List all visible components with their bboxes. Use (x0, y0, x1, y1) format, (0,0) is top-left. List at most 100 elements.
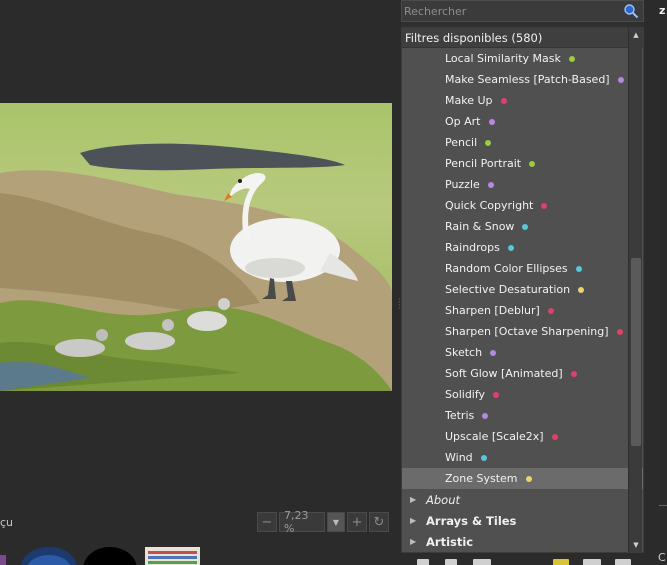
thumbnail-black[interactable] (83, 545, 138, 565)
scroll-down-icon[interactable]: ▼ (629, 538, 643, 552)
filter-item-label: Wind (445, 451, 473, 464)
status-dot-icon (575, 265, 582, 272)
divider (659, 505, 667, 506)
scrollbar-thumb[interactable] (631, 258, 641, 446)
filter-item-label: Soft Glow [Animated] (445, 367, 563, 380)
side-panel-label: z (659, 4, 666, 17)
filter-item-label: Random Color Ellipses (445, 262, 568, 275)
status-dot-icon (482, 412, 489, 419)
category-label: Arrays & Tiles (426, 513, 517, 528)
filter-item-label: Zone System (445, 472, 518, 485)
status-dot-icon (488, 118, 495, 125)
filter-item[interactable]: Sharpen [Deblur] (402, 300, 643, 321)
preview-label: çu (0, 516, 14, 529)
zoom-input[interactable]: 7,23 % (279, 509, 325, 535)
chevron-down-icon: ▼ (332, 517, 340, 527)
thumbnail-palette[interactable] (145, 545, 200, 565)
status-dot-icon (529, 160, 536, 167)
filter-item[interactable]: Make Seamless [Patch-Based] (402, 69, 643, 90)
zoom-out-button[interactable]: − (257, 512, 277, 532)
category-list: ▶ About ▶ Arrays & Tiles ▶ Artistic (402, 489, 643, 552)
filter-item[interactable]: Sharpen [Octave Sharpening] (402, 321, 643, 342)
status-dot-icon (485, 139, 492, 146)
filter-item-label: Puzzle (445, 178, 480, 191)
status-dot-icon (525, 475, 532, 482)
filter-item-label: Local Similarity Mask (445, 52, 561, 65)
filter-item[interactable]: Puzzle (402, 174, 643, 195)
zoom-in-button[interactable]: + (347, 512, 367, 532)
settings-icon[interactable] (583, 559, 601, 565)
filter-item[interactable]: Local Similarity Mask (402, 48, 643, 69)
status-dot-icon (507, 244, 514, 251)
filter-item-label: Sharpen [Deblur] (445, 304, 540, 317)
filter-item-label: Sketch (445, 346, 483, 359)
filter-item[interactable]: Tetris (402, 405, 643, 426)
filter-item-label: Sharpen [Octave Sharpening] (445, 325, 609, 338)
minus-icon: − (261, 514, 273, 530)
reset-zoom-button[interactable]: ↻ (369, 512, 389, 532)
filter-item[interactable]: Solidify (402, 384, 643, 405)
category-item[interactable]: ▶ About (402, 489, 643, 510)
star-icon[interactable] (553, 559, 569, 565)
filter-item[interactable]: Zone System (402, 468, 643, 489)
filter-panel: Rechercher Filtres disponibles (580) Loc… (401, 0, 644, 565)
document-icon[interactable] (445, 559, 457, 565)
filter-item-label: Op Art (445, 115, 481, 128)
preview-image[interactable] (0, 103, 392, 391)
filter-item-label: Make Up (445, 94, 493, 107)
status-dot-icon (617, 76, 624, 83)
chevron-right-icon[interactable]: ▶ (410, 495, 426, 504)
filter-item-label: Pencil (445, 136, 478, 149)
status-dot-icon (487, 181, 494, 188)
panel-bottom-toolbar (401, 553, 644, 565)
filter-item[interactable]: Upscale [Scale2x] (402, 426, 643, 447)
chevron-right-icon[interactable]: ▶ (410, 537, 426, 546)
scroll-up-icon[interactable]: ▲ (629, 28, 643, 42)
filter-item[interactable]: Sketch (402, 342, 643, 363)
status-dot-icon (493, 391, 500, 398)
filter-item[interactable]: Raindrops (402, 237, 643, 258)
status-dot-icon (568, 55, 575, 62)
filter-item[interactable]: Random Color Ellipses (402, 258, 643, 279)
search-icon[interactable] (623, 3, 639, 19)
thumbnail-logo[interactable] (20, 545, 78, 565)
status-dot-icon (578, 286, 585, 293)
document-icon[interactable] (417, 559, 429, 565)
filter-item-label: Raindrops (445, 241, 500, 254)
status-dot-icon (480, 454, 487, 461)
filter-tree-header[interactable]: Filtres disponibles (580) (402, 28, 643, 48)
filter-item-label: Solidify (445, 388, 486, 401)
status-dot-icon (616, 328, 623, 335)
filter-item-label: Make Seamless [Patch-Based] (445, 73, 610, 86)
zoom-toolbar: − 7,23 % ▼ + ↻ (257, 509, 389, 535)
filter-scrollbar[interactable]: ▲ ▼ (628, 28, 642, 552)
category-item[interactable]: ▶ Artistic (402, 531, 643, 552)
filter-item[interactable]: Selective Desaturation (402, 279, 643, 300)
chevron-right-icon[interactable]: ▶ (410, 516, 426, 525)
info-icon[interactable] (615, 559, 631, 565)
filter-list: Local Similarity Mask Make Seamless [Patc… (402, 48, 643, 489)
filter-item[interactable]: Soft Glow [Animated] (402, 363, 643, 384)
filter-item[interactable]: Quick Copyright (402, 195, 643, 216)
status-dot-icon (541, 202, 548, 209)
zoom-dropdown-button[interactable]: ▼ (327, 512, 345, 532)
filter-item[interactable]: Make Up (402, 90, 643, 111)
status-dot-icon (547, 307, 554, 314)
filter-item[interactable]: Op Art (402, 111, 643, 132)
grid-icon[interactable] (473, 559, 491, 565)
plus-icon: + (351, 514, 363, 530)
filter-item-label: Tetris (445, 409, 475, 422)
filter-item-label: Pencil Portrait (445, 157, 522, 170)
status-dot-icon (490, 349, 497, 356)
category-item[interactable]: ▶ Arrays & Tiles (402, 510, 643, 531)
status-dot-icon (522, 223, 529, 230)
filter-item[interactable]: Pencil (402, 132, 643, 153)
filter-item[interactable]: Rain & Snow (402, 216, 643, 237)
status-dot-icon (500, 97, 507, 104)
thumbnail-partial[interactable] (0, 545, 10, 565)
filter-item-label: Rain & Snow (445, 220, 515, 233)
search-input[interactable]: Rechercher (401, 0, 644, 22)
category-label: About (426, 492, 461, 507)
filter-item[interactable]: Wind (402, 447, 643, 468)
filter-item[interactable]: Pencil Portrait (402, 153, 643, 174)
